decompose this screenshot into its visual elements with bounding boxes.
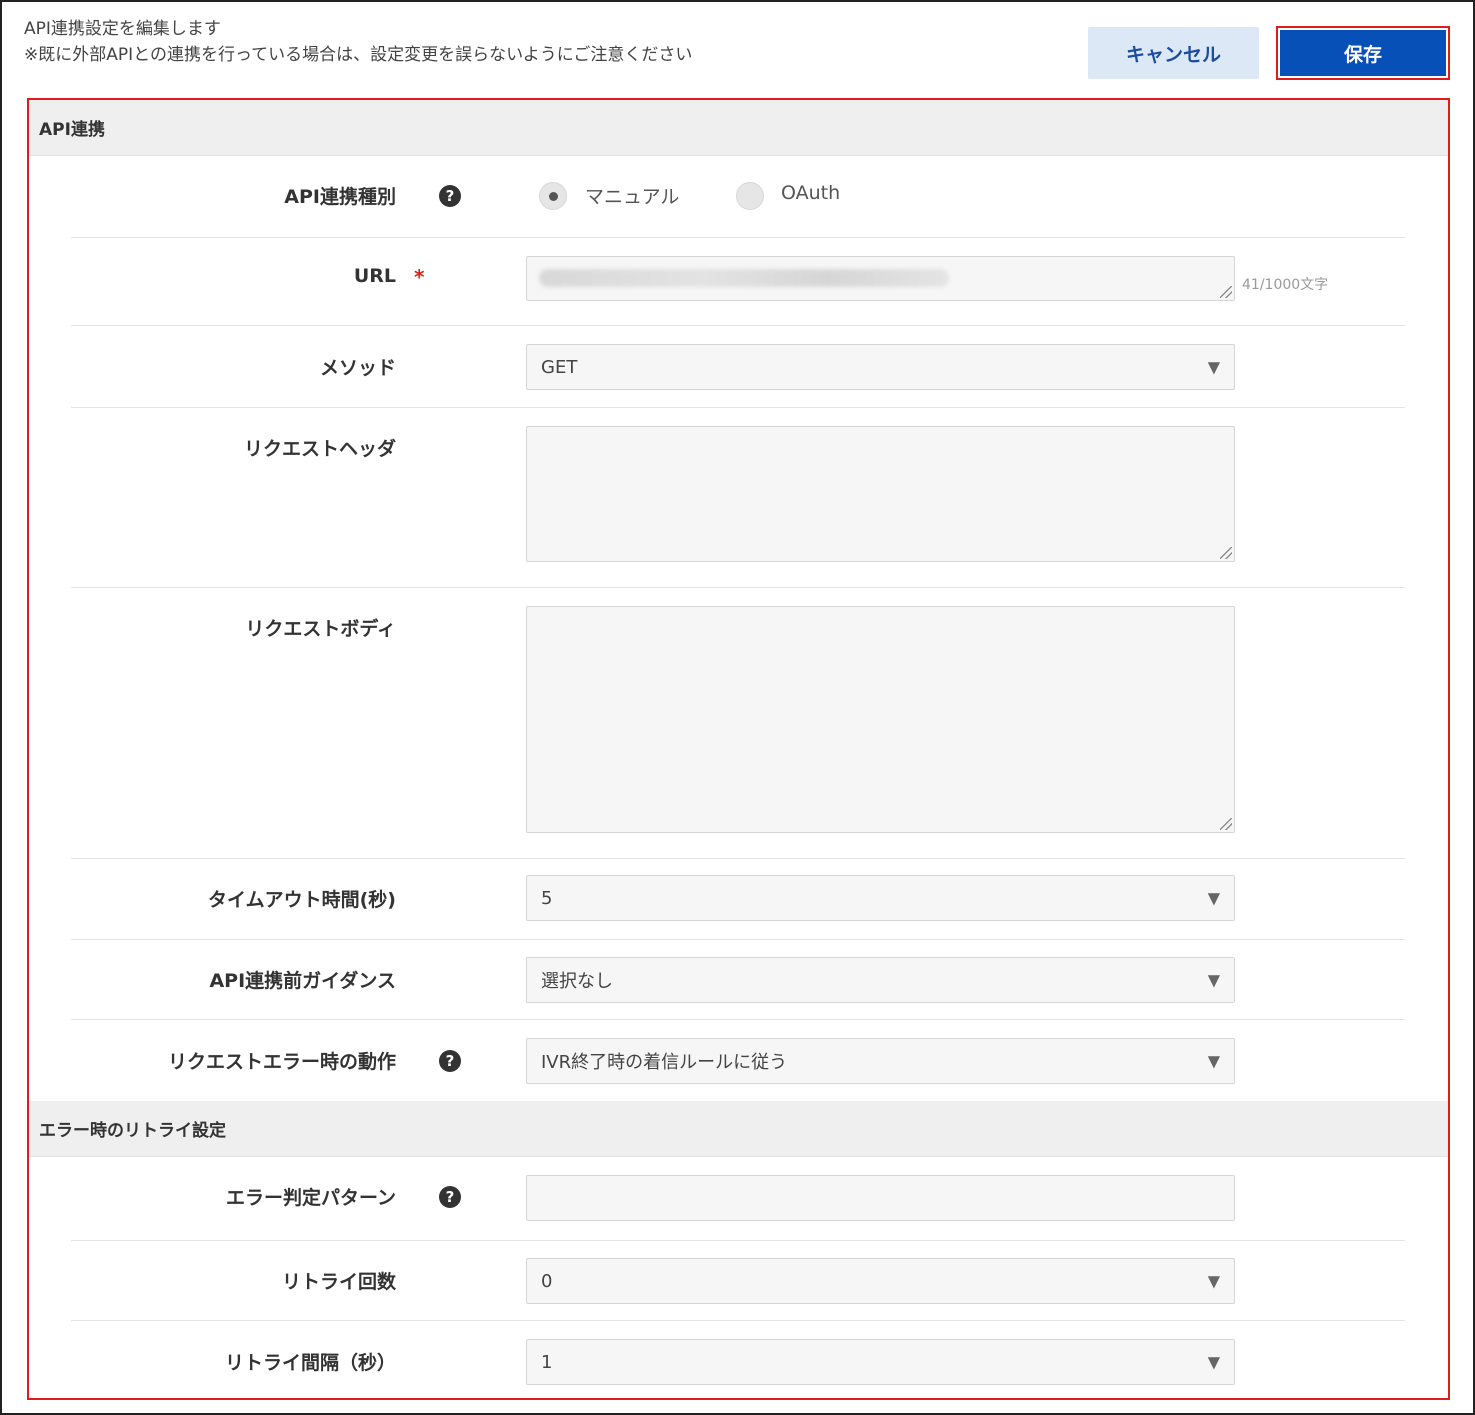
question-circle-icon[interactable]: ? (439, 1186, 461, 1208)
row-divider (71, 1240, 1405, 1241)
caret-down-icon: ▼ (1207, 1352, 1220, 1372)
request-body-label: リクエストボディ (245, 618, 396, 640)
intro-text: API連携設定を編集します ※既に外部APIとの連携を行っている場合は、設定変更… (24, 16, 692, 68)
retry-interval-value: 1 (541, 1351, 553, 1373)
row-divider (71, 858, 1405, 859)
save-button[interactable]: 保存 (1280, 30, 1446, 76)
request-body-textarea[interactable] (526, 606, 1235, 833)
row-divider (71, 1320, 1405, 1321)
error-pattern-label: エラー判定パターン (225, 1187, 396, 1209)
error-action-select[interactable]: IVR終了時の着信ルールに従う ▼ (526, 1038, 1235, 1084)
retry-interval-select[interactable]: 1 ▼ (526, 1339, 1235, 1385)
caret-down-icon: ▼ (1207, 1271, 1220, 1291)
resize-handle-icon[interactable] (1220, 286, 1232, 298)
caret-down-icon: ▼ (1207, 970, 1220, 990)
row-divider (71, 237, 1405, 238)
settings-panel: API連携 API連携種別 ? マニュアル OAuth URL * 41/100… (27, 98, 1450, 1400)
request-header-label: リクエストヘッダ (243, 438, 396, 460)
timeout-select[interactable]: 5 ▼ (526, 875, 1235, 921)
row-divider (71, 939, 1405, 940)
intro-line-2: ※既に外部APIとの連携を行っている場合は、設定変更を誤らないようにご注意くださ… (24, 45, 693, 65)
timeout-value: 5 (541, 887, 553, 909)
row-divider (71, 325, 1405, 326)
caret-down-icon: ▼ (1207, 1051, 1220, 1071)
method-select[interactable]: GET ▼ (526, 344, 1235, 390)
row-divider (71, 407, 1405, 408)
question-circle-icon[interactable]: ? (439, 185, 461, 207)
error-pattern-input[interactable] (526, 1175, 1235, 1221)
radio-oauth[interactable] (736, 182, 764, 210)
section-header-retry: エラー時のリトライ設定 (29, 1101, 1448, 1157)
url-char-counter: 41/1000文字 (1242, 277, 1329, 293)
question-circle-icon[interactable]: ? (439, 1050, 461, 1072)
required-mark: * (414, 265, 425, 289)
section-header-api: API連携 (29, 100, 1448, 156)
guidance-select[interactable]: 選択なし ▼ (526, 957, 1235, 1003)
resize-handle-icon[interactable] (1220, 818, 1232, 830)
guidance-value: 選択なし (541, 971, 613, 992)
radio-manual[interactable] (539, 182, 567, 210)
retry-count-value: 0 (541, 1270, 553, 1292)
retry-interval-label: リトライ間隔（秒） (224, 1352, 396, 1374)
retry-count-select[interactable]: 0 ▼ (526, 1258, 1235, 1304)
error-action-label: リクエストエラー時の動作 (167, 1051, 396, 1073)
radio-manual-label[interactable]: マニュアル (585, 182, 679, 209)
error-action-value: IVR終了時の着信ルールに従う (541, 1052, 788, 1073)
row-divider (71, 1019, 1405, 1020)
request-header-textarea[interactable] (526, 426, 1235, 562)
caret-down-icon: ▼ (1207, 888, 1220, 908)
resize-handle-icon[interactable] (1220, 547, 1232, 559)
caret-down-icon: ▼ (1207, 357, 1220, 377)
cancel-button[interactable]: キャンセル (1088, 27, 1259, 79)
intro-line-1: API連携設定を編集します (24, 19, 221, 39)
radio-oauth-label[interactable]: OAuth (781, 182, 840, 204)
retry-count-label: リトライ回数 (281, 1271, 396, 1293)
method-label: メソッド (319, 357, 396, 379)
guidance-label: API連携前ガイダンス (209, 970, 396, 992)
url-value-redacted (539, 269, 949, 287)
url-input[interactable] (526, 256, 1235, 301)
save-button-highlight: 保存 (1276, 26, 1450, 80)
api-type-label: API連携種別 (284, 186, 396, 208)
row-divider (71, 587, 1405, 588)
url-label: URL (353, 265, 396, 287)
method-value: GET (541, 356, 578, 378)
timeout-label: タイムアウト時間(秒) (208, 889, 396, 911)
